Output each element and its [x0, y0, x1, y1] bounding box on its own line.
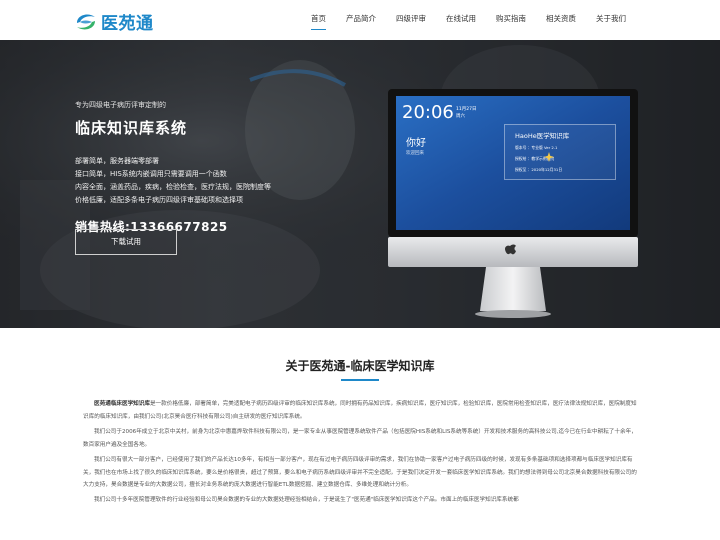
logo-icon	[77, 14, 95, 29]
hero-banner: 专为四级电子病历评审定制的 临床知识库系统 部署简单，服务器端零部署 接口简单，…	[0, 40, 720, 328]
about-paragraph: 医苑通临床医学知识库是一款价格低廉，部署简单，完美适配电子病历四级评审的临床知识…	[83, 401, 637, 420]
hero-title: 临床知识库系统	[75, 119, 188, 137]
nav-qualifications[interactable]: 相关资质	[536, 0, 586, 40]
screen-app-title: HaoHe医学知识库	[515, 132, 570, 140]
nav-level4-review[interactable]: 四级评审	[386, 0, 436, 40]
logo[interactable]: 医苑通	[74, 9, 154, 34]
screen-info-row: 授权至 ：2020年12月31日	[515, 167, 563, 172]
nav-about-us[interactable]: 关于我们	[586, 0, 636, 40]
hero-feature: 内容全面，涵盖药品，疾病，检验检查，医疗法规，医院制度等	[75, 183, 271, 191]
hero-feature-list: 部署简单，服务器端零部署 接口简单，HIS系统内嵌调用只需要调用一个函数 内容全…	[75, 155, 271, 207]
title-underline	[341, 379, 379, 381]
nav-product-intro[interactable]: 产品简介	[336, 0, 386, 40]
nav-online-trial[interactable]: 在线试用	[436, 0, 486, 40]
logo-text: 医苑通	[101, 14, 154, 34]
hero-feature: 部署简单，服务器端零部署	[75, 157, 159, 165]
screen-info-row: 版本号 ：专业版 Ver 2.1	[515, 145, 558, 150]
about-section-body: 医苑通临床医学知识库是一款价格低廉，部署简单，完美适配电子病历四级评审的临床知识…	[83, 398, 638, 509]
about-section-title: 关于医苑通-临床医学知识库	[285, 359, 435, 373]
nav-home[interactable]: 首页	[301, 0, 336, 40]
screen-clock: 20:06	[402, 102, 454, 123]
imac-screen-content: 20:06 11月27日 周六 你好 欢迎回来 HaoHe医学知识库 版本号 ：…	[396, 96, 630, 230]
nav-purchase-guide[interactable]: 购买指南	[486, 0, 536, 40]
screen-greeting: 你好	[406, 138, 426, 149]
hero-text: 专为四级电子病历评审定制的 临床知识库系统 部署简单，服务器端零部署 接口简单，…	[75, 100, 271, 235]
about-paragraph: 我们公司于2006年成立于北京中关村，前身为北京中惠嘉烨软件科技有限公司，是一家…	[83, 428, 637, 448]
screen-date: 11月27日 周六	[456, 107, 477, 119]
download-trial-button[interactable]: 下载试用	[75, 229, 177, 255]
about-paragraph: 我们公司十多年医院管理软件的行业经验和母公司昊合数据的专业的大数据处理经验相结合…	[94, 497, 519, 504]
site-header: 医苑通 首页 产品简介 四级评审 在线试用 购买指南 相关资质 关于我们	[0, 0, 720, 40]
hero-feature: 价格低廉，适配多条电子病历四级评审基础项和选择项	[75, 196, 243, 204]
screen-login-panel: HaoHe医学知识库 版本号 ：专业版 Ver 2.1 授权给 ：教学示例医院 …	[504, 124, 616, 180]
main-nav: 首页 产品简介 四级评审 在线试用 购买指南 相关资质 关于我们	[301, 0, 636, 40]
screen-greeting-sub: 欢迎回来	[406, 151, 424, 156]
about-paragraph: 我们公司有很大一部分客户，已经使用了我们的产品长达10多年，有相当一部分客户，现…	[83, 456, 637, 489]
hero-feature: 接口简单，HIS系统内嵌调用只需要调用一个函数	[75, 170, 227, 178]
hero-subtitle: 专为四级电子病历评审定制的	[75, 101, 166, 109]
